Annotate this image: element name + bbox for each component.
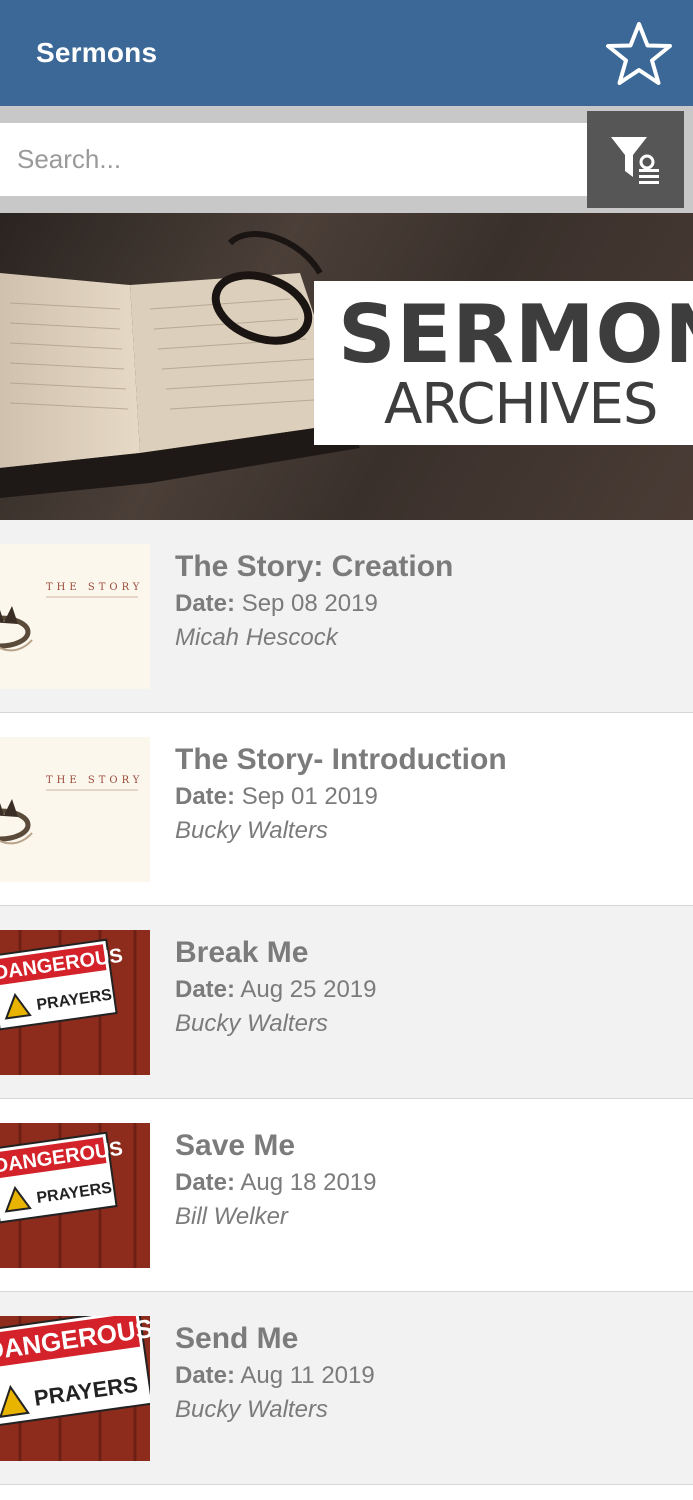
sermon-archives-banner: SERMON ARCHIVES	[0, 213, 693, 520]
sermon-title: The Story- Introduction	[175, 743, 507, 776]
date-label: Date:	[175, 783, 236, 810]
filter-button[interactable]	[587, 111, 684, 208]
sermon-meta: Save Me Date: Aug 18 2019 Bill Welker	[175, 1129, 376, 1232]
app-bar: Sermons	[0, 0, 693, 106]
date-value: Sep 08 2019	[241, 590, 378, 617]
sermon-meta: Break Me Date: Aug 25 2019 Bucky Walters	[175, 936, 376, 1039]
search-input[interactable]	[0, 123, 587, 196]
sermon-speaker: Bucky Walters	[175, 1396, 328, 1423]
date-value: Aug 25 2019	[240, 976, 377, 1003]
sermon-date: Date: Sep 08 2019	[175, 589, 453, 619]
sermon-speaker: Bucky Walters	[175, 1010, 328, 1037]
sermon-list-item[interactable]: DANGEROUS PRAYERS Send Me Date: Aug 11 2…	[0, 1292, 693, 1485]
thumb-title: THE STORY	[46, 775, 144, 786]
sermon-speaker: Bill Welker	[175, 1203, 288, 1230]
crown-of-thorns-icon	[0, 606, 33, 652]
sermon-title: Break Me	[175, 936, 309, 969]
sermon-thumbnail: DANGEROUS PRAYERS	[0, 930, 150, 1075]
dangerous-prayers-art: DANGEROUS PRAYERS	[0, 1316, 150, 1461]
sermon-date: Date: Sep 01 2019	[175, 782, 507, 812]
page-title: Sermons	[36, 37, 158, 68]
star-outline-icon[interactable]	[604, 20, 674, 90]
banner-label: SERMON ARCHIVES	[314, 281, 693, 445]
search-field-container	[0, 123, 587, 196]
crown-of-thorns-icon	[0, 799, 33, 845]
sermon-thumbnail: THE STORY	[0, 544, 150, 689]
sermon-thumbnail: DANGEROUS PRAYERS	[0, 1123, 150, 1268]
sermon-list-item[interactable]: THE STORY The Story- Introduction Date: …	[0, 713, 693, 906]
sermon-speaker: Bucky Walters	[175, 817, 328, 844]
date-value: Sep 01 2019	[241, 783, 378, 810]
banner-line-2: ARCHIVES	[384, 372, 658, 437]
sermon-title: The Story: Creation	[175, 550, 454, 583]
sermon-list-item[interactable]: DANGEROUS PRAYERS Save Me Date: Aug 18 2…	[0, 1099, 693, 1292]
sermon-thumbnail: DANGEROUS PRAYERS	[0, 1316, 150, 1461]
sermon-list: THE STORY The Story: Creation Date: Sep …	[0, 520, 693, 1485]
dangerous-prayers-art: DANGEROUS PRAYERS	[0, 930, 150, 1075]
thumb-title: THE STORY	[46, 582, 144, 593]
sermon-date: Date: Aug 11 2019	[175, 1361, 375, 1391]
sermon-thumbnail: THE STORY	[0, 737, 150, 882]
sermon-list-item[interactable]: THE STORY The Story: Creation Date: Sep …	[0, 520, 693, 713]
sermon-meta: Send Me Date: Aug 11 2019 Bucky Walters	[175, 1322, 375, 1425]
sermon-speaker: Micah Hescock	[175, 624, 338, 651]
sermon-meta: The Story: Creation Date: Sep 08 2019 Mi…	[175, 550, 453, 653]
sermon-date: Date: Aug 18 2019	[175, 1168, 376, 1198]
date-label: Date:	[175, 590, 236, 617]
date-label: Date:	[175, 1169, 236, 1196]
sermon-meta: The Story- Introduction Date: Sep 01 201…	[175, 743, 507, 846]
banner-line-1: SERMON	[338, 288, 693, 381]
sermon-list-item[interactable]: DANGEROUS PRAYERS Break Me Date: Aug 25 …	[0, 906, 693, 1099]
date-label: Date:	[175, 1362, 236, 1389]
sermon-date: Date: Aug 25 2019	[175, 975, 376, 1005]
filter-list-icon	[611, 137, 659, 184]
date-label: Date:	[175, 976, 236, 1003]
thumb-subtitle-rule	[46, 789, 138, 791]
search-bar	[0, 106, 693, 213]
dangerous-prayers-art: DANGEROUS PRAYERS	[0, 1123, 150, 1268]
thumb-subtitle-rule	[46, 596, 138, 598]
date-value: Aug 11 2019	[240, 1362, 375, 1389]
sermon-title: Send Me	[175, 1322, 299, 1355]
date-value: Aug 18 2019	[240, 1169, 377, 1196]
sermon-title: Save Me	[175, 1129, 296, 1162]
